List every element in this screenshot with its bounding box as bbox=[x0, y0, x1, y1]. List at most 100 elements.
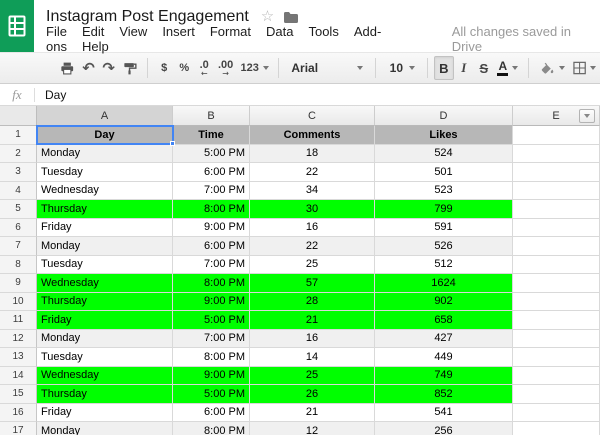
menu-data[interactable]: Data bbox=[266, 24, 293, 39]
cell-C9[interactable]: 57 bbox=[250, 274, 375, 293]
bold-button[interactable]: B bbox=[433, 56, 454, 80]
cell-A9[interactable]: Wednesday bbox=[37, 274, 173, 293]
row-header-7[interactable]: 7 bbox=[0, 237, 37, 256]
select-all-corner[interactable] bbox=[0, 106, 37, 126]
folder-icon[interactable] bbox=[284, 11, 299, 23]
paint-format-button[interactable] bbox=[119, 56, 141, 80]
column-header-b[interactable]: B bbox=[173, 106, 250, 126]
number-format-button[interactable]: 123 bbox=[237, 56, 272, 80]
row-header-3[interactable]: 3 bbox=[0, 163, 37, 182]
font-family-select[interactable]: Arial bbox=[285, 56, 368, 80]
cell-A17[interactable]: Monday bbox=[37, 422, 173, 435]
column-header-a[interactable]: A bbox=[37, 106, 173, 126]
cell-E9[interactable] bbox=[513, 274, 600, 293]
cell-A2[interactable]: Monday bbox=[37, 144, 173, 163]
cell-B5[interactable]: 8:00 PM bbox=[173, 200, 250, 219]
cell-D5[interactable]: 799 bbox=[375, 200, 513, 219]
cell-B6[interactable]: 9:00 PM bbox=[173, 218, 250, 237]
print-button[interactable] bbox=[56, 56, 78, 80]
column-header-d[interactable]: D bbox=[375, 106, 513, 126]
cell-B9[interactable]: 8:00 PM bbox=[173, 274, 250, 293]
formula-input[interactable]: Day bbox=[45, 88, 66, 102]
cell-D15[interactable]: 852 bbox=[375, 385, 513, 404]
cell-C7[interactable]: 22 bbox=[250, 237, 375, 256]
row-header-15[interactable]: 15 bbox=[0, 385, 37, 404]
cell-C10[interactable]: 28 bbox=[250, 292, 375, 311]
row-header-16[interactable]: 16 bbox=[0, 403, 37, 422]
cell-C17[interactable]: 12 bbox=[250, 422, 375, 435]
cell-E12[interactable] bbox=[513, 329, 600, 348]
cell-D1[interactable]: Likes bbox=[375, 126, 513, 145]
cell-E11[interactable] bbox=[513, 311, 600, 330]
cell-C8[interactable]: 25 bbox=[250, 255, 375, 274]
cell-E7[interactable] bbox=[513, 237, 600, 256]
cell-B3[interactable]: 6:00 PM bbox=[173, 163, 250, 182]
cell-A8[interactable]: Tuesday bbox=[37, 255, 173, 274]
row-header-10[interactable]: 10 bbox=[0, 292, 37, 311]
borders-button[interactable] bbox=[569, 56, 600, 80]
cell-C13[interactable]: 14 bbox=[250, 348, 375, 367]
cell-B16[interactable]: 6:00 PM bbox=[173, 403, 250, 422]
menu-help[interactable]: Help bbox=[82, 39, 109, 54]
cell-B10[interactable]: 9:00 PM bbox=[173, 292, 250, 311]
row-header-13[interactable]: 13 bbox=[0, 348, 37, 367]
cell-A12[interactable]: Monday bbox=[37, 329, 173, 348]
cell-D6[interactable]: 591 bbox=[375, 218, 513, 237]
currency-format-button[interactable]: $ bbox=[154, 56, 174, 80]
cell-E8[interactable] bbox=[513, 255, 600, 274]
cell-E3[interactable] bbox=[513, 163, 600, 182]
percent-format-button[interactable]: % bbox=[174, 56, 194, 80]
row-header-12[interactable]: 12 bbox=[0, 329, 37, 348]
cell-D8[interactable]: 512 bbox=[375, 255, 513, 274]
cell-C3[interactable]: 22 bbox=[250, 163, 375, 182]
cell-C14[interactable]: 25 bbox=[250, 366, 375, 385]
row-header-17[interactable]: 17 bbox=[0, 422, 37, 435]
cell-C11[interactable]: 21 bbox=[250, 311, 375, 330]
cell-E14[interactable] bbox=[513, 366, 600, 385]
cell-A1[interactable]: Day bbox=[37, 126, 173, 145]
cell-E1[interactable] bbox=[513, 126, 600, 145]
cell-C4[interactable]: 34 bbox=[250, 181, 375, 200]
cell-A11[interactable]: Friday bbox=[37, 311, 173, 330]
fill-color-button[interactable] bbox=[535, 56, 569, 80]
cell-B13[interactable]: 8:00 PM bbox=[173, 348, 250, 367]
cell-C2[interactable]: 18 bbox=[250, 144, 375, 163]
cell-B15[interactable]: 5:00 PM bbox=[173, 385, 250, 404]
italic-button[interactable]: I bbox=[454, 56, 474, 80]
cell-D11[interactable]: 658 bbox=[375, 311, 513, 330]
decrease-decimal-button[interactable]: .0 ← bbox=[194, 56, 214, 80]
cell-C6[interactable]: 16 bbox=[250, 218, 375, 237]
column-dropdown-button[interactable] bbox=[579, 109, 595, 123]
cell-C12[interactable]: 16 bbox=[250, 329, 375, 348]
cell-B8[interactable]: 7:00 PM bbox=[173, 255, 250, 274]
cell-D9[interactable]: 1624 bbox=[375, 274, 513, 293]
cell-D17[interactable]: 256 bbox=[375, 422, 513, 435]
cell-A5[interactable]: Thursday bbox=[37, 200, 173, 219]
cell-B7[interactable]: 6:00 PM bbox=[173, 237, 250, 256]
cell-C1[interactable]: Comments bbox=[250, 126, 375, 145]
row-header-14[interactable]: 14 bbox=[0, 366, 37, 385]
row-header-9[interactable]: 9 bbox=[0, 274, 37, 293]
cell-D4[interactable]: 523 bbox=[375, 181, 513, 200]
cell-C16[interactable]: 21 bbox=[250, 403, 375, 422]
row-header-11[interactable]: 11 bbox=[0, 311, 37, 330]
cell-E6[interactable] bbox=[513, 218, 600, 237]
cell-E15[interactable] bbox=[513, 385, 600, 404]
cell-A13[interactable]: Tuesday bbox=[37, 348, 173, 367]
cell-A3[interactable]: Tuesday bbox=[37, 163, 173, 182]
cell-B14[interactable]: 9:00 PM bbox=[173, 366, 250, 385]
redo-button[interactable]: ↷ bbox=[99, 56, 119, 80]
cell-D16[interactable]: 541 bbox=[375, 403, 513, 422]
cell-E4[interactable] bbox=[513, 181, 600, 200]
cell-C15[interactable]: 26 bbox=[250, 385, 375, 404]
row-header-4[interactable]: 4 bbox=[0, 181, 37, 200]
cell-E10[interactable] bbox=[513, 292, 600, 311]
cell-B2[interactable]: 5:00 PM bbox=[173, 144, 250, 163]
star-icon[interactable]: ☆ bbox=[261, 9, 274, 24]
cell-B17[interactable]: 8:00 PM bbox=[173, 422, 250, 435]
cell-E13[interactable] bbox=[513, 348, 600, 367]
cell-B4[interactable]: 7:00 PM bbox=[173, 181, 250, 200]
increase-decimal-button[interactable]: .00 → bbox=[214, 56, 237, 80]
undo-button[interactable]: ↶ bbox=[78, 56, 98, 80]
menu-file[interactable]: File bbox=[46, 24, 67, 39]
